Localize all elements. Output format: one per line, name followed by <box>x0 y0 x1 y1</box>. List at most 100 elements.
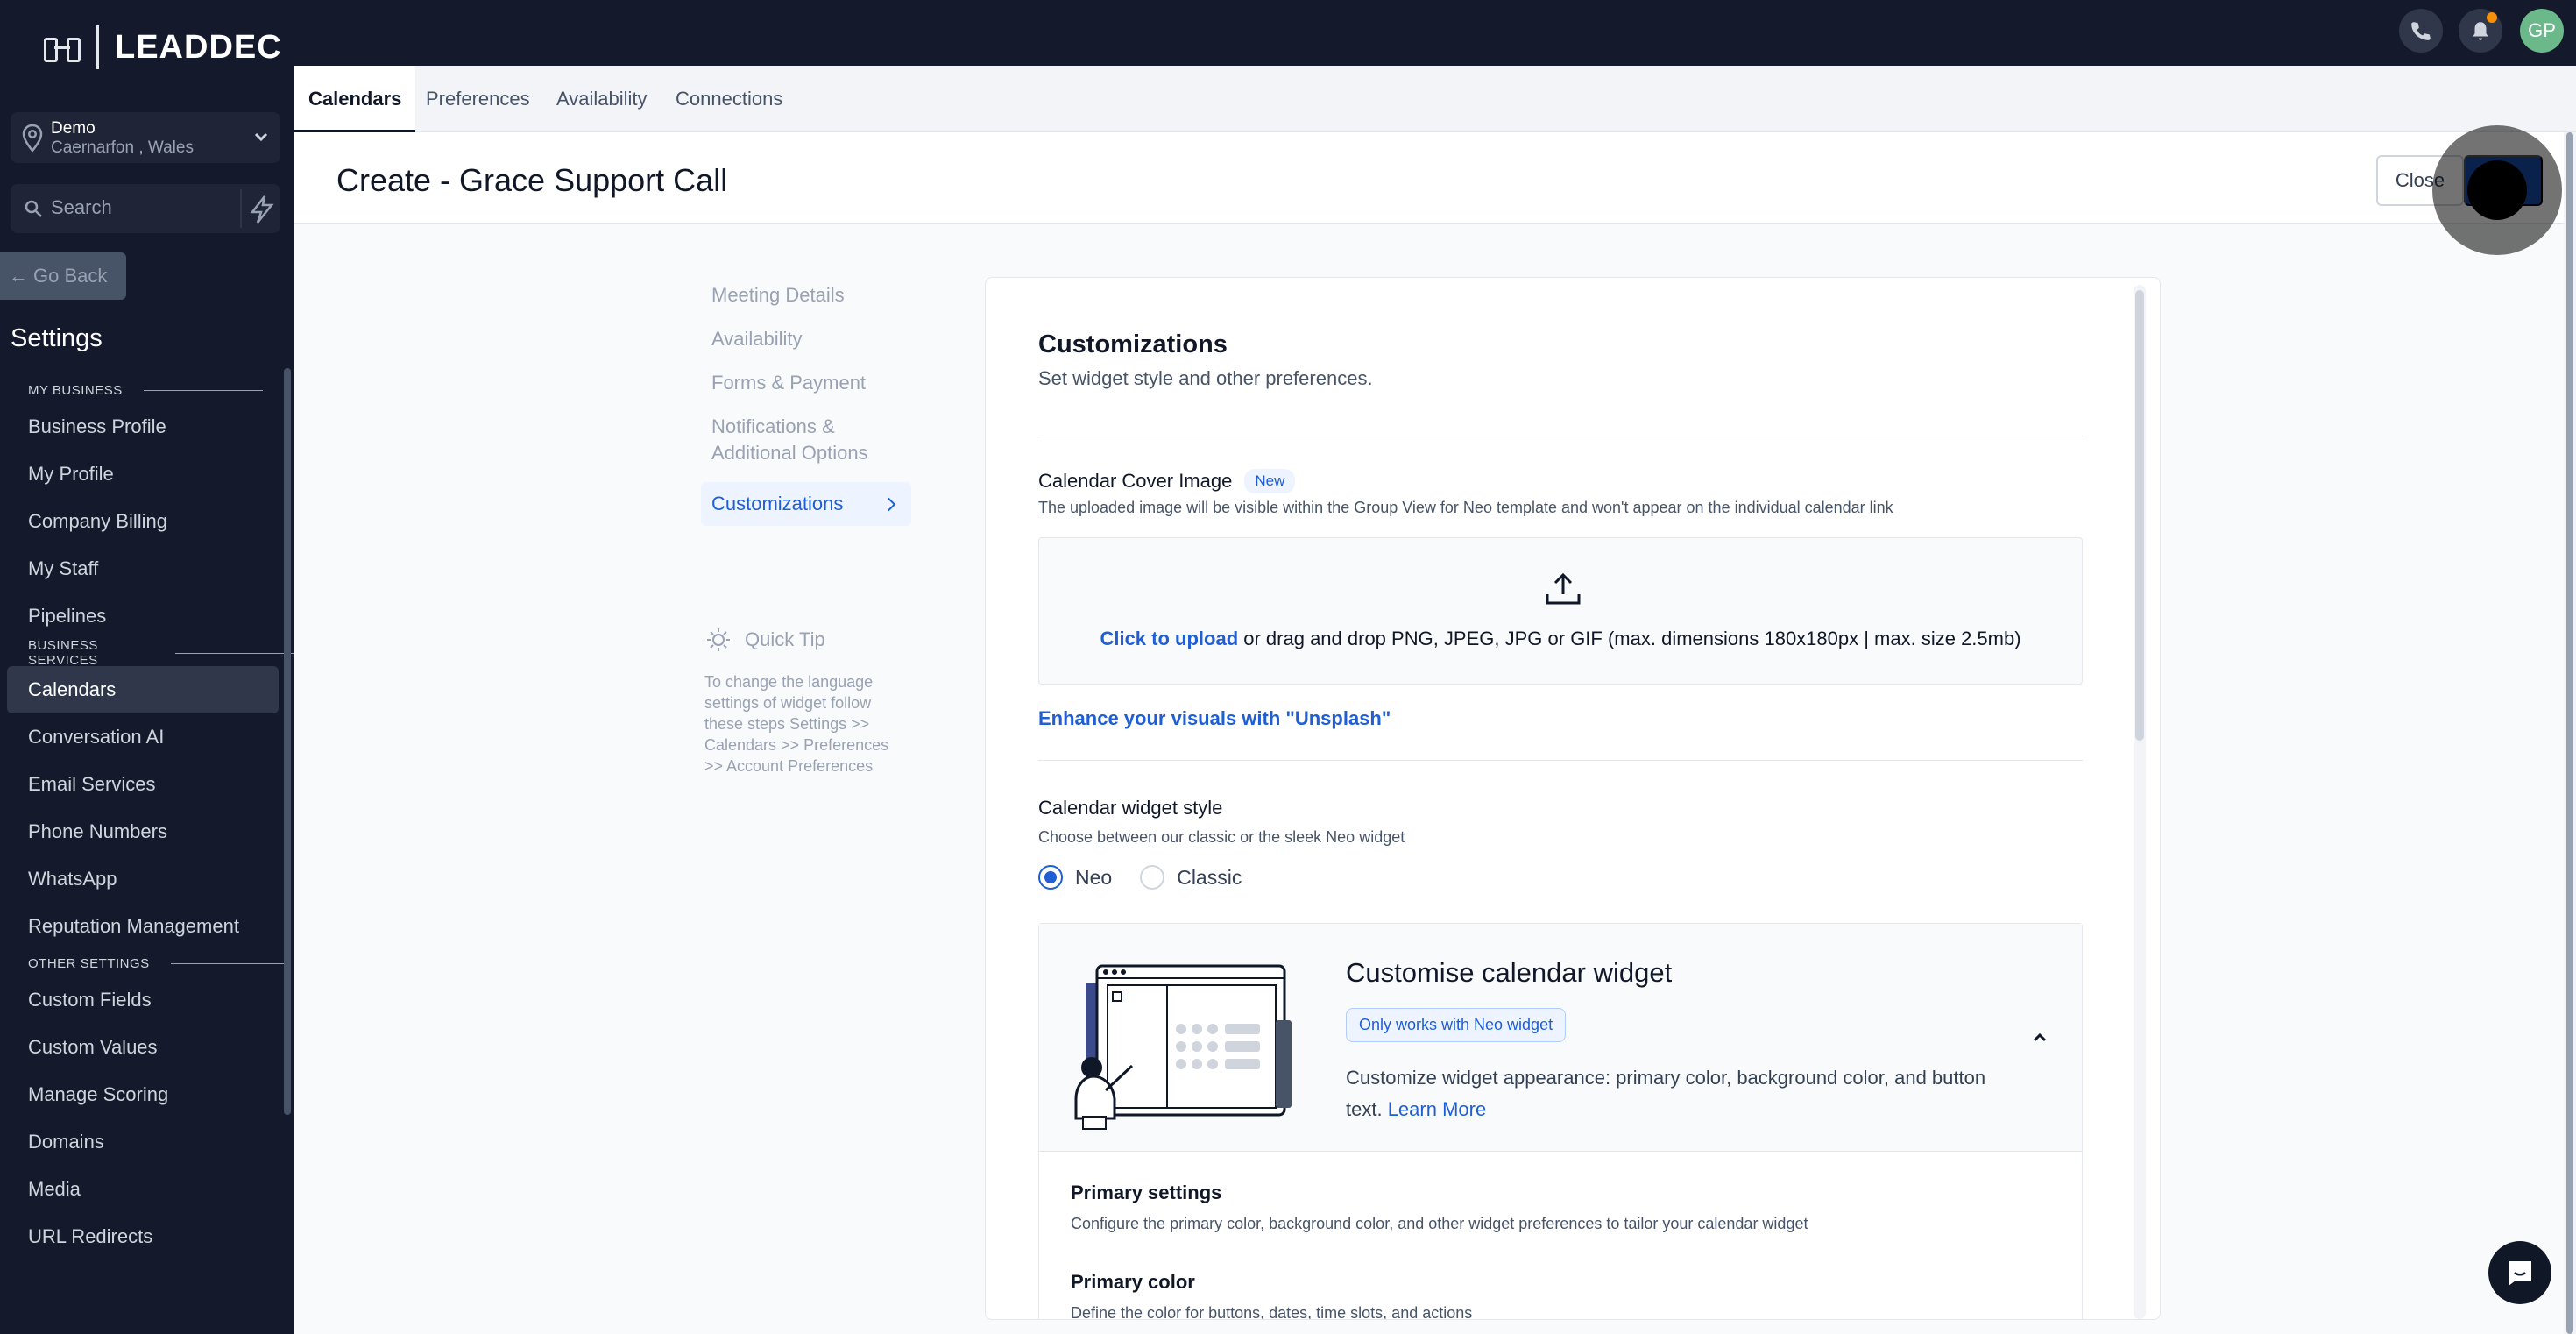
upload-instructions: Click to upload or drag and drop PNG, JP… <box>1039 628 2082 650</box>
cover-image-dropzone[interactable]: Click to upload or drag and drop PNG, JP… <box>1038 537 2083 685</box>
go-back-button[interactable]: ← Go Back <box>0 252 126 300</box>
cursor-dot <box>2467 160 2527 220</box>
customizations-card: Customizations Set widget style and othe… <box>985 277 2161 1320</box>
settings-nav: MY BUSINESS Business Profile My Profile … <box>0 377 294 1260</box>
customise-widget-panel: Customise calendar widget Only works wit… <box>1038 923 2083 1320</box>
customise-widget-header: Customise calendar widget Only works wit… <box>1039 924 2082 1152</box>
sidebar-item-company-billing[interactable]: Company Billing <box>0 498 294 545</box>
sidebar-item-calendars[interactable]: Calendars <box>7 666 279 713</box>
step-notifications[interactable]: Notifications & Additional Options <box>701 405 911 475</box>
learn-more-link[interactable]: Learn More <box>1388 1098 1487 1120</box>
phone-icon <box>2411 22 2431 40</box>
logo-divider <box>96 25 99 69</box>
upload-icon <box>1546 572 1581 605</box>
sidebar-item-pipelines[interactable]: Pipelines <box>0 592 294 640</box>
quick-tip-header: Quick Tip <box>704 626 906 654</box>
sidebar-item-url-redirects[interactable]: URL Redirects <box>0 1213 294 1260</box>
sidebar-item-domains[interactable]: Domains <box>0 1118 294 1166</box>
chevron-up-icon[interactable] <box>2029 1027 2050 1048</box>
sidebar-item-media[interactable]: Media <box>0 1166 294 1213</box>
phone-button[interactable] <box>2399 9 2443 53</box>
tab-connections[interactable]: Connections <box>676 66 782 132</box>
brand-name: LEADDEC <box>115 28 282 66</box>
widget-style-help: Choose between our classic or the sleek … <box>1038 828 1405 846</box>
cover-image-label: Calendar Cover Image New <box>1038 469 1296 493</box>
upload-format-hint: or drag and drop PNG, JPEG, JPG or GIF (… <box>1238 628 2021 649</box>
chat-widget-button[interactable] <box>2488 1241 2551 1304</box>
card-scroll-thumb[interactable] <box>2135 290 2144 741</box>
sidebar-item-manage-scoring[interactable]: Manage Scoring <box>0 1071 294 1118</box>
primary-settings-title: Primary settings <box>1071 1181 1222 1203</box>
customizations-title: Customizations <box>1038 330 1228 358</box>
sidebar: LEADDEC Demo Caernarfon , Wales Search ←… <box>0 0 294 1334</box>
step-meeting-details[interactable]: Meeting Details <box>701 273 911 317</box>
step-customizations[interactable]: Customizations <box>701 482 911 526</box>
sidebar-item-custom-values[interactable]: Custom Values <box>0 1024 294 1071</box>
radio-classic[interactable]: Classic <box>1140 865 1242 890</box>
radio-circle <box>1140 865 1165 890</box>
lightbulb-icon <box>707 628 730 651</box>
map-pin-icon <box>22 124 43 153</box>
chevron-down-icon <box>254 132 268 142</box>
click-to-upload-link[interactable]: Click to upload <box>1100 628 1238 649</box>
section-divider <box>1038 760 2083 761</box>
sidebar-item-business-profile[interactable]: Business Profile <box>0 403 294 451</box>
search-icon <box>25 200 42 217</box>
primary-color-help: Define the color for buttons, dates, tim… <box>1071 1304 1473 1320</box>
location-address: Caernarfon , Wales <box>51 138 194 157</box>
unsplash-link[interactable]: Enhance your visuals with "Unsplash" <box>1038 707 1391 730</box>
section-divider <box>175 652 294 654</box>
sidebar-item-my-profile[interactable]: My Profile <box>0 451 294 498</box>
sidebar-item-reputation-management[interactable]: Reputation Management <box>0 903 294 950</box>
quick-tip: Quick Tip To change the language setting… <box>704 626 906 777</box>
section-heading-label: OTHER SETTINGS <box>28 955 150 971</box>
quick-tip-title: Quick Tip <box>745 628 825 650</box>
radio-neo[interactable]: Neo <box>1038 865 1112 890</box>
section-heading-business-services: BUSINESS SERVICES <box>0 638 294 668</box>
dumbbell-icon <box>44 34 81 62</box>
step-forms-payment[interactable]: Forms & Payment <box>701 361 911 405</box>
section-divider <box>143 389 263 391</box>
radio-circle-selected <box>1038 865 1063 890</box>
radio-neo-label: Neo <box>1075 865 1113 889</box>
location-switcher[interactable]: Demo Caernarfon , Wales <box>11 112 280 163</box>
neo-only-badge: Only works with Neo widget <box>1346 1008 1567 1042</box>
primary-color-title: Primary color <box>1071 1271 1195 1293</box>
page-title: Create - Grace Support Call <box>336 162 728 198</box>
search-input[interactable]: Search <box>11 184 280 233</box>
calendar-tabs: Calendars Preferences Availability Conne… <box>294 66 2576 132</box>
page-scrollbar[interactable] <box>2564 132 2576 1334</box>
quick-actions-button[interactable] <box>240 189 279 228</box>
cover-image-title: Calendar Cover Image <box>1038 470 1233 492</box>
page-scroll-thumb[interactable] <box>2566 132 2573 1334</box>
notifications-button[interactable] <box>2459 9 2502 53</box>
sidebar-item-email-services[interactable]: Email Services <box>0 761 294 808</box>
sidebar-item-custom-fields[interactable]: Custom Fields <box>0 976 294 1024</box>
card-scrollbar[interactable] <box>2134 285 2146 1319</box>
sidebar-item-conversation-ai[interactable]: Conversation AI <box>0 713 294 761</box>
sidebar-item-whatsapp[interactable]: WhatsApp <box>0 855 294 903</box>
section-heading-label: MY BUSINESS <box>28 382 123 398</box>
page-header: Create - Grace Support Call Close <box>294 132 2576 224</box>
customizations-subtitle: Set widget style and other preferences. <box>1038 367 1373 389</box>
brand-logo[interactable]: LEADDEC <box>44 21 282 74</box>
location-name: Demo <box>51 119 96 138</box>
sidebar-item-phone-numbers[interactable]: Phone Numbers <box>0 808 294 855</box>
step-availability[interactable]: Availability <box>701 317 911 361</box>
sidebar-item-my-staff[interactable]: My Staff <box>0 545 294 592</box>
primary-settings-help: Configure the primary color, background … <box>1071 1215 1808 1232</box>
radio-classic-label: Classic <box>1177 865 1242 889</box>
settings-heading: Settings <box>11 324 103 352</box>
top-header: GP <box>294 0 2576 66</box>
tab-calendars[interactable]: Calendars <box>294 66 416 132</box>
tab-availability[interactable]: Availability <box>556 66 648 132</box>
tab-preferences[interactable]: Preferences <box>426 66 530 132</box>
customise-widget-description: Customize widget appearance: primary col… <box>1346 1062 2012 1125</box>
section-divider <box>170 962 290 964</box>
sidebar-scrollbar[interactable] <box>284 368 291 1115</box>
step-menu: Meeting Details Availability Forms & Pay… <box>701 273 911 526</box>
section-heading-my-business: MY BUSINESS <box>0 377 294 403</box>
avatar[interactable]: GP <box>2520 9 2564 53</box>
search-placeholder: Search <box>51 196 112 218</box>
widget-illustration <box>1074 964 1292 1130</box>
